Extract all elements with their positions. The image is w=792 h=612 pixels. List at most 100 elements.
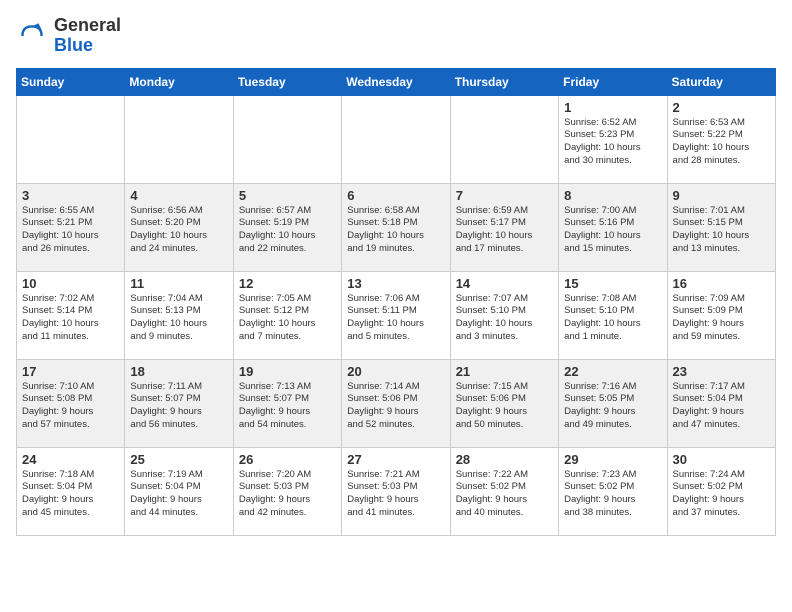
calendar-cell: 8Sunrise: 7:00 AMSunset: 5:16 PMDaylight…: [559, 183, 667, 271]
calendar-cell: 1Sunrise: 6:52 AMSunset: 5:23 PMDaylight…: [559, 95, 667, 183]
calendar-cell: 23 Sunrise: 7:17 AMSunset: 5:04 PMDayligh…: [667, 359, 775, 447]
cell-info: Sunrise: 7:14 AMSunset: 5:06 PMDaylight:…: [347, 381, 444, 432]
cell-info: Sunrise: 6:57 AMSunset: 5:19 PMDaylight:…: [239, 205, 336, 256]
cell-info: Sunrise: 7:01 AMSunset: 5:15 PMDaylight:…: [673, 205, 770, 256]
day-number: 24: [22, 452, 119, 467]
cell-info: Sunrise: 7:23 AMSunset: 5:02 PMDaylight:…: [564, 469, 661, 520]
day-number: 26: [239, 452, 336, 467]
cell-info: Sunrise: 6:55 AMSunset: 5:21 PMDaylight:…: [22, 205, 119, 256]
logo-icon: [16, 20, 48, 52]
calendar-cell: 5 Sunrise: 6:57 AMSunset: 5:19 PMDaylight…: [233, 183, 341, 271]
day-number: 6: [347, 188, 444, 203]
calendar-cell: 24 Sunrise: 7:18 AMSunset: 5:04 PMDayligh…: [17, 447, 125, 535]
calendar-cell: 3 Sunrise: 6:55 AMSunset: 5:21 PMDaylight…: [17, 183, 125, 271]
cell-info: Sunrise: 7:18 AMSunset: 5:04 PMDaylight:…: [22, 469, 119, 520]
day-number: 25: [130, 452, 227, 467]
calendar-cell: [17, 95, 125, 183]
weekday-header: Thursday: [450, 68, 558, 95]
day-number: 15: [564, 276, 661, 291]
cell-info: Sunrise: 7:24 AMSunset: 5:02 PMDaylight:…: [673, 469, 770, 520]
day-number: 29: [564, 452, 661, 467]
calendar-cell: 11Sunrise: 7:04 AMSunset: 5:13 PMDayligh…: [125, 271, 233, 359]
cell-info: Sunrise: 7:21 AMSunset: 5:03 PMDaylight:…: [347, 469, 444, 520]
calendar-cell: 13Sunrise: 7:06 AMSunset: 5:11 PMDayligh…: [342, 271, 450, 359]
day-number: 2: [673, 100, 770, 115]
day-number: 22: [564, 364, 661, 379]
cell-info: Sunrise: 7:08 AMSunset: 5:10 PMDaylight:…: [564, 293, 661, 344]
cell-info: Sunrise: 7:22 AMSunset: 5:02 PMDaylight:…: [456, 469, 553, 520]
cell-info: Sunrise: 7:02 AMSunset: 5:14 PMDaylight:…: [22, 293, 119, 344]
calendar-cell: 12Sunrise: 7:05 AMSunset: 5:12 PMDayligh…: [233, 271, 341, 359]
day-number: 19: [239, 364, 336, 379]
day-number: 5: [239, 188, 336, 203]
day-number: 7: [456, 188, 553, 203]
day-number: 23: [673, 364, 770, 379]
weekday-header: Wednesday: [342, 68, 450, 95]
day-number: 14: [456, 276, 553, 291]
calendar-week-row: 24 Sunrise: 7:18 AMSunset: 5:04 PMDayligh…: [17, 447, 776, 535]
calendar-cell: 27 Sunrise: 7:21 AMSunset: 5:03 PMDayligh…: [342, 447, 450, 535]
calendar-cell: 17 Sunrise: 7:10 AMSunset: 5:08 PMDayligh…: [17, 359, 125, 447]
day-number: 20: [347, 364, 444, 379]
logo-text: General Blue: [54, 16, 121, 56]
calendar-week-row: 1Sunrise: 6:52 AMSunset: 5:23 PMDaylight…: [17, 95, 776, 183]
calendar-cell: 30 Sunrise: 7:24 AMSunset: 5:02 PMDayligh…: [667, 447, 775, 535]
cell-info: Sunrise: 7:16 AMSunset: 5:05 PMDaylight:…: [564, 381, 661, 432]
day-number: 11: [130, 276, 227, 291]
day-number: 17: [22, 364, 119, 379]
logo: General Blue: [16, 16, 121, 56]
calendar-cell: [342, 95, 450, 183]
cell-info: Sunrise: 6:52 AMSunset: 5:23 PMDaylight:…: [564, 117, 661, 168]
cell-info: Sunrise: 7:09 AMSunset: 5:09 PMDaylight:…: [673, 293, 770, 344]
calendar-header-row: SundayMondayTuesdayWednesdayThursdayFrid…: [17, 68, 776, 95]
calendar-cell: 19 Sunrise: 7:13 AMSunset: 5:07 PMDayligh…: [233, 359, 341, 447]
calendar-cell: 10 Sunrise: 7:02 AMSunset: 5:14 PMDayligh…: [17, 271, 125, 359]
cell-info: Sunrise: 7:17 AMSunset: 5:04 PMDaylight:…: [673, 381, 770, 432]
calendar-cell: 29 Sunrise: 7:23 AMSunset: 5:02 PMDayligh…: [559, 447, 667, 535]
calendar-cell: 18Sunrise: 7:11 AMSunset: 5:07 PMDayligh…: [125, 359, 233, 447]
calendar-week-row: 10 Sunrise: 7:02 AMSunset: 5:14 PMDayligh…: [17, 271, 776, 359]
calendar-cell: 6 Sunrise: 6:58 AMSunset: 5:18 PMDaylight…: [342, 183, 450, 271]
weekday-header: Saturday: [667, 68, 775, 95]
calendar-cell: 14Sunrise: 7:07 AMSunset: 5:10 PMDayligh…: [450, 271, 558, 359]
cell-info: Sunrise: 7:19 AMSunset: 5:04 PMDaylight:…: [130, 469, 227, 520]
calendar-cell: 15 Sunrise: 7:08 AMSunset: 5:10 PMDayligh…: [559, 271, 667, 359]
calendar-cell: 25 Sunrise: 7:19 AMSunset: 5:04 PMDayligh…: [125, 447, 233, 535]
cell-info: Sunrise: 7:15 AMSunset: 5:06 PMDaylight:…: [456, 381, 553, 432]
weekday-header: Tuesday: [233, 68, 341, 95]
day-number: 10: [22, 276, 119, 291]
cell-info: Sunrise: 6:59 AMSunset: 5:17 PMDaylight:…: [456, 205, 553, 256]
calendar-cell: 16Sunrise: 7:09 AMSunset: 5:09 PMDayligh…: [667, 271, 775, 359]
calendar-week-row: 17 Sunrise: 7:10 AMSunset: 5:08 PMDayligh…: [17, 359, 776, 447]
weekday-header: Sunday: [17, 68, 125, 95]
cell-info: Sunrise: 6:58 AMSunset: 5:18 PMDaylight:…: [347, 205, 444, 256]
cell-info: Sunrise: 6:56 AMSunset: 5:20 PMDaylight:…: [130, 205, 227, 256]
day-number: 8: [564, 188, 661, 203]
calendar-cell: 4 Sunrise: 6:56 AMSunset: 5:20 PMDaylight…: [125, 183, 233, 271]
calendar-cell: 26 Sunrise: 7:20 AMSunset: 5:03 PMDayligh…: [233, 447, 341, 535]
calendar-cell: 7 Sunrise: 6:59 AMSunset: 5:17 PMDaylight…: [450, 183, 558, 271]
cell-info: Sunrise: 6:53 AMSunset: 5:22 PMDaylight:…: [673, 117, 770, 168]
logo-blue: Blue: [54, 35, 93, 55]
calendar-cell: 9Sunrise: 7:01 AMSunset: 5:15 PMDaylight…: [667, 183, 775, 271]
weekday-header: Monday: [125, 68, 233, 95]
cell-info: Sunrise: 7:20 AMSunset: 5:03 PMDaylight:…: [239, 469, 336, 520]
calendar-cell: 22 Sunrise: 7:16 AMSunset: 5:05 PMDayligh…: [559, 359, 667, 447]
cell-info: Sunrise: 7:05 AMSunset: 5:12 PMDaylight:…: [239, 293, 336, 344]
calendar-cell: [125, 95, 233, 183]
day-number: 3: [22, 188, 119, 203]
day-number: 4: [130, 188, 227, 203]
calendar-cell: 20 Sunrise: 7:14 AMSunset: 5:06 PMDayligh…: [342, 359, 450, 447]
day-number: 21: [456, 364, 553, 379]
calendar-cell: [233, 95, 341, 183]
cell-info: Sunrise: 7:11 AMSunset: 5:07 PMDaylight:…: [130, 381, 227, 432]
calendar-cell: 21 Sunrise: 7:15 AMSunset: 5:06 PMDayligh…: [450, 359, 558, 447]
cell-info: Sunrise: 7:10 AMSunset: 5:08 PMDaylight:…: [22, 381, 119, 432]
calendar-cell: 2 Sunrise: 6:53 AMSunset: 5:22 PMDaylight…: [667, 95, 775, 183]
cell-info: Sunrise: 7:13 AMSunset: 5:07 PMDaylight:…: [239, 381, 336, 432]
logo-general: General: [54, 15, 121, 35]
day-number: 30: [673, 452, 770, 467]
day-number: 27: [347, 452, 444, 467]
calendar: SundayMondayTuesdayWednesdayThursdayFrid…: [16, 68, 776, 536]
weekday-header: Friday: [559, 68, 667, 95]
